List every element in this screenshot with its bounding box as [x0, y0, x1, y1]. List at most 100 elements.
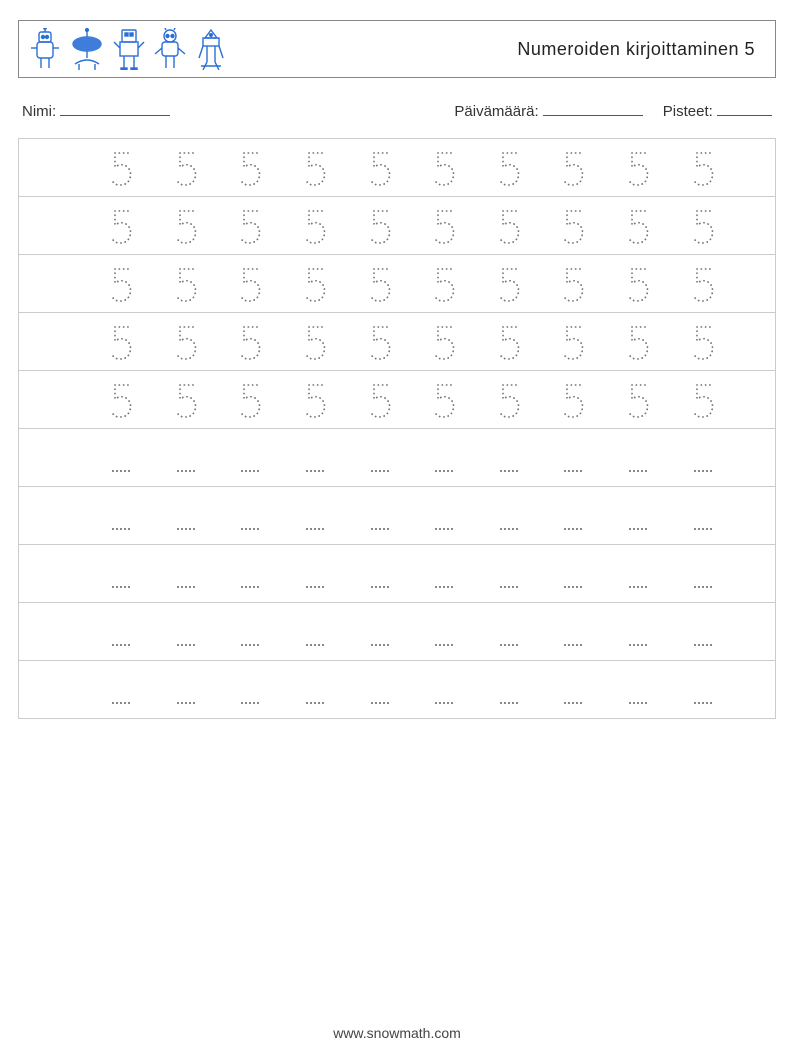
blank-practice-cell[interactable]: [670, 676, 735, 704]
trace-digit-cell[interactable]: [218, 322, 283, 362]
blank-practice-cell[interactable]: [670, 560, 735, 588]
trace-digit-cell[interactable]: [477, 206, 542, 246]
trace-digit-cell[interactable]: [89, 206, 154, 246]
blank-practice-cell[interactable]: [477, 618, 542, 646]
trace-digit-cell[interactable]: [283, 206, 348, 246]
trace-digit-cell[interactable]: [347, 264, 412, 304]
blank-practice-cell[interactable]: [347, 444, 412, 472]
blank-practice-cell[interactable]: [218, 676, 283, 704]
blank-practice-cell[interactable]: [89, 502, 154, 530]
trace-digit-cell[interactable]: [670, 148, 735, 188]
trace-digit-cell[interactable]: [670, 380, 735, 420]
blank-practice-cell[interactable]: [89, 560, 154, 588]
score-blank[interactable]: [717, 100, 772, 116]
trace-digit-cell[interactable]: [412, 264, 477, 304]
trace-digit-cell[interactable]: [218, 206, 283, 246]
blank-practice-cell[interactable]: [283, 560, 348, 588]
blank-practice-cell[interactable]: [283, 444, 348, 472]
trace-digit-cell[interactable]: [347, 148, 412, 188]
trace-digit-cell[interactable]: [670, 322, 735, 362]
trace-digit-cell[interactable]: [670, 264, 735, 304]
trace-digit-cell[interactable]: [283, 264, 348, 304]
blank-practice-cell[interactable]: [412, 502, 477, 530]
name-blank[interactable]: [60, 100, 170, 116]
blank-practice-cell[interactable]: [541, 676, 606, 704]
blank-practice-cell[interactable]: [670, 618, 735, 646]
blank-practice-cell[interactable]: [606, 502, 671, 530]
trace-digit-cell[interactable]: [89, 322, 154, 362]
trace-digit-cell[interactable]: [283, 380, 348, 420]
trace-digit-cell[interactable]: [477, 380, 542, 420]
trace-digit-cell[interactable]: [89, 148, 154, 188]
blank-practice-cell[interactable]: [670, 502, 735, 530]
blank-practice-cell[interactable]: [347, 618, 412, 646]
trace-digit-cell[interactable]: [154, 148, 219, 188]
trace-digit-cell[interactable]: [477, 148, 542, 188]
blank-practice-cell[interactable]: [347, 502, 412, 530]
blank-practice-cell[interactable]: [218, 502, 283, 530]
blank-practice-cell[interactable]: [412, 676, 477, 704]
blank-practice-cell[interactable]: [89, 618, 154, 646]
blank-practice-cell[interactable]: [477, 676, 542, 704]
blank-practice-cell[interactable]: [541, 560, 606, 588]
blank-practice-cell[interactable]: [218, 444, 283, 472]
trace-digit-cell[interactable]: [154, 264, 219, 304]
blank-practice-cell[interactable]: [606, 444, 671, 472]
trace-digit-cell[interactable]: [89, 380, 154, 420]
trace-digit-cell[interactable]: [541, 206, 606, 246]
trace-digit-cell[interactable]: [412, 206, 477, 246]
trace-digit-cell[interactable]: [347, 380, 412, 420]
trace-digit-cell[interactable]: [412, 148, 477, 188]
blank-practice-cell[interactable]: [89, 676, 154, 704]
blank-practice-cell[interactable]: [670, 444, 735, 472]
trace-digit-cell[interactable]: [606, 148, 671, 188]
trace-digit-cell[interactable]: [606, 380, 671, 420]
trace-digit-cell[interactable]: [218, 264, 283, 304]
blank-practice-cell[interactable]: [412, 444, 477, 472]
blank-practice-cell[interactable]: [218, 560, 283, 588]
trace-digit-cell[interactable]: [283, 148, 348, 188]
trace-digit-cell[interactable]: [154, 206, 219, 246]
blank-practice-cell[interactable]: [606, 618, 671, 646]
trace-digit-cell[interactable]: [154, 322, 219, 362]
blank-practice-cell[interactable]: [347, 560, 412, 588]
trace-digit-cell[interactable]: [606, 206, 671, 246]
trace-digit-cell[interactable]: [541, 380, 606, 420]
trace-digit-cell[interactable]: [670, 206, 735, 246]
blank-practice-cell[interactable]: [283, 618, 348, 646]
blank-practice-cell[interactable]: [477, 560, 542, 588]
trace-digit-cell[interactable]: [218, 380, 283, 420]
blank-practice-cell[interactable]: [606, 560, 671, 588]
blank-practice-cell[interactable]: [218, 618, 283, 646]
trace-digit-cell[interactable]: [541, 264, 606, 304]
blank-practice-cell[interactable]: [154, 618, 219, 646]
date-blank[interactable]: [543, 100, 643, 116]
blank-practice-cell[interactable]: [606, 676, 671, 704]
blank-practice-cell[interactable]: [154, 676, 219, 704]
trace-digit-cell[interactable]: [347, 206, 412, 246]
blank-practice-cell[interactable]: [347, 676, 412, 704]
trace-digit-cell[interactable]: [347, 322, 412, 362]
trace-digit-cell[interactable]: [283, 322, 348, 362]
blank-practice-cell[interactable]: [154, 502, 219, 530]
blank-practice-cell[interactable]: [541, 502, 606, 530]
trace-digit-cell[interactable]: [412, 380, 477, 420]
blank-practice-cell[interactable]: [89, 444, 154, 472]
trace-digit-cell[interactable]: [477, 264, 542, 304]
blank-practice-cell[interactable]: [154, 444, 219, 472]
trace-digit-cell[interactable]: [154, 380, 219, 420]
blank-practice-cell[interactable]: [541, 618, 606, 646]
blank-practice-cell[interactable]: [412, 560, 477, 588]
trace-digit-cell[interactable]: [218, 148, 283, 188]
blank-practice-cell[interactable]: [283, 676, 348, 704]
blank-practice-cell[interactable]: [477, 502, 542, 530]
trace-digit-cell[interactable]: [412, 322, 477, 362]
blank-practice-cell[interactable]: [412, 618, 477, 646]
blank-practice-cell[interactable]: [477, 444, 542, 472]
blank-practice-cell[interactable]: [541, 444, 606, 472]
blank-practice-cell[interactable]: [283, 502, 348, 530]
trace-digit-cell[interactable]: [541, 322, 606, 362]
trace-digit-cell[interactable]: [541, 148, 606, 188]
trace-digit-cell[interactable]: [606, 264, 671, 304]
blank-practice-cell[interactable]: [154, 560, 219, 588]
